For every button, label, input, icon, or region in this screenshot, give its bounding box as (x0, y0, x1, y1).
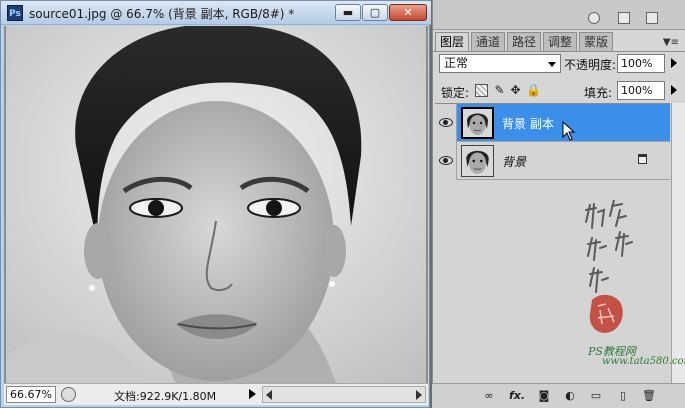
fill-slider-arrow-icon[interactable] (671, 85, 677, 95)
layer-name[interactable]: 背景 副本 (502, 115, 554, 132)
fill-label: 填充: (584, 86, 613, 100)
scroll-right-arrow-icon[interactable] (416, 390, 422, 400)
watermark-calligraphy (585, 200, 633, 333)
lock-label: 锁定: (441, 86, 470, 100)
opacity-input[interactable]: 100% (617, 54, 665, 73)
delete-layer-trash-icon[interactable]: 🗑 (642, 389, 656, 403)
layer-row-background-copy[interactable]: 背景 副本 (435, 104, 670, 142)
opacity-slider-arrow-icon[interactable] (671, 58, 677, 68)
link-layers-icon[interactable]: ∞ (482, 389, 496, 403)
visibility-toggle[interactable] (435, 104, 457, 142)
opacity-label: 不透明度: (564, 58, 617, 72)
mouse-pointer-icon (562, 121, 576, 141)
document-window: Ps source01.jpg @ 66.7% (背景 副本, RGB/8#) … (0, 0, 431, 408)
tab-adjustments[interactable]: 调整 (543, 32, 577, 51)
eye-icon (439, 118, 453, 127)
new-layer-icon[interactable]: ▯ (616, 389, 630, 403)
photoshop-app-icon: Ps (7, 5, 23, 21)
status-menu-arrow-icon[interactable] (249, 389, 256, 399)
tab-channels[interactable]: 通道 (471, 32, 505, 51)
tabs-divider (433, 51, 685, 52)
layer-thumbnail (461, 145, 494, 177)
minimize-button[interactable]: ▬ (335, 4, 361, 21)
scroll-left-arrow-icon[interactable] (266, 390, 272, 400)
watermark-url: www.tata580.com (602, 356, 685, 367)
lock-transparent-pixels-icon[interactable] (475, 84, 488, 97)
chevron-down-icon (548, 62, 556, 67)
trash-icon[interactable] (646, 12, 658, 24)
lock-image-pixels-icon[interactable]: ✎ (493, 84, 506, 97)
blend-mode-value: 正常 (444, 56, 469, 70)
tab-masks[interactable]: 蒙版 (579, 32, 613, 51)
add-mask-icon[interactable]: ◙ (537, 389, 551, 403)
blend-mode-select[interactable]: 正常 (439, 54, 561, 73)
zoom-field[interactable]: 66.67% (6, 386, 56, 403)
maximize-button[interactable]: ▢ (362, 4, 388, 21)
new-group-folder-icon[interactable]: ▭ (589, 389, 603, 403)
padlock-icon (638, 154, 647, 164)
panel-top-strip (433, 0, 685, 30)
document-info: 文档:922.9K/1.80M (114, 390, 217, 403)
fill-input[interactable]: 100% (617, 81, 665, 100)
layer-row-background[interactable]: 背景 (435, 142, 670, 180)
close-button[interactable]: ✕ (389, 4, 427, 21)
tab-layers[interactable]: 图层 (435, 32, 469, 52)
layer-thumbnail (461, 107, 494, 139)
new-document-icon[interactable] (618, 12, 630, 24)
lock-all-icon[interactable]: 🔒 (526, 84, 541, 97)
tab-paths[interactable]: 路径 (507, 32, 541, 51)
lock-position-icon[interactable]: ✥ (509, 84, 522, 97)
visibility-toggle[interactable] (435, 142, 457, 180)
document-title: source01.jpg @ 66.7% (背景 副本, RGB/8#) * (29, 7, 295, 21)
status-clock-icon[interactable] (61, 387, 76, 402)
status-bar: 66.67% 文档:922.9K/1.80M (4, 383, 428, 405)
adjustment-layer-icon[interactable]: ◐ (563, 389, 577, 403)
canvas-area[interactable] (4, 26, 428, 383)
portrait-photo (6, 26, 426, 383)
panel-bottom-toolbar: ∞ fx. ◙ ◐ ▭ ▯ 🗑 (432, 383, 685, 408)
panel-menu-icon[interactable]: ▼≡ (663, 37, 679, 48)
document-titlebar[interactable]: Ps source01.jpg @ 66.7% (背景 副本, RGB/8#) … (1, 1, 431, 25)
layer-style-fx-icon[interactable]: fx. (509, 389, 525, 403)
panel-tabs: 图层 通道 路径 调整 蒙版 (435, 32, 684, 52)
layer-name[interactable]: 背景 (502, 153, 526, 170)
no-entry-icon[interactable] (588, 12, 600, 24)
horizontal-scrollbar[interactable] (262, 386, 426, 403)
eye-icon (439, 156, 453, 165)
